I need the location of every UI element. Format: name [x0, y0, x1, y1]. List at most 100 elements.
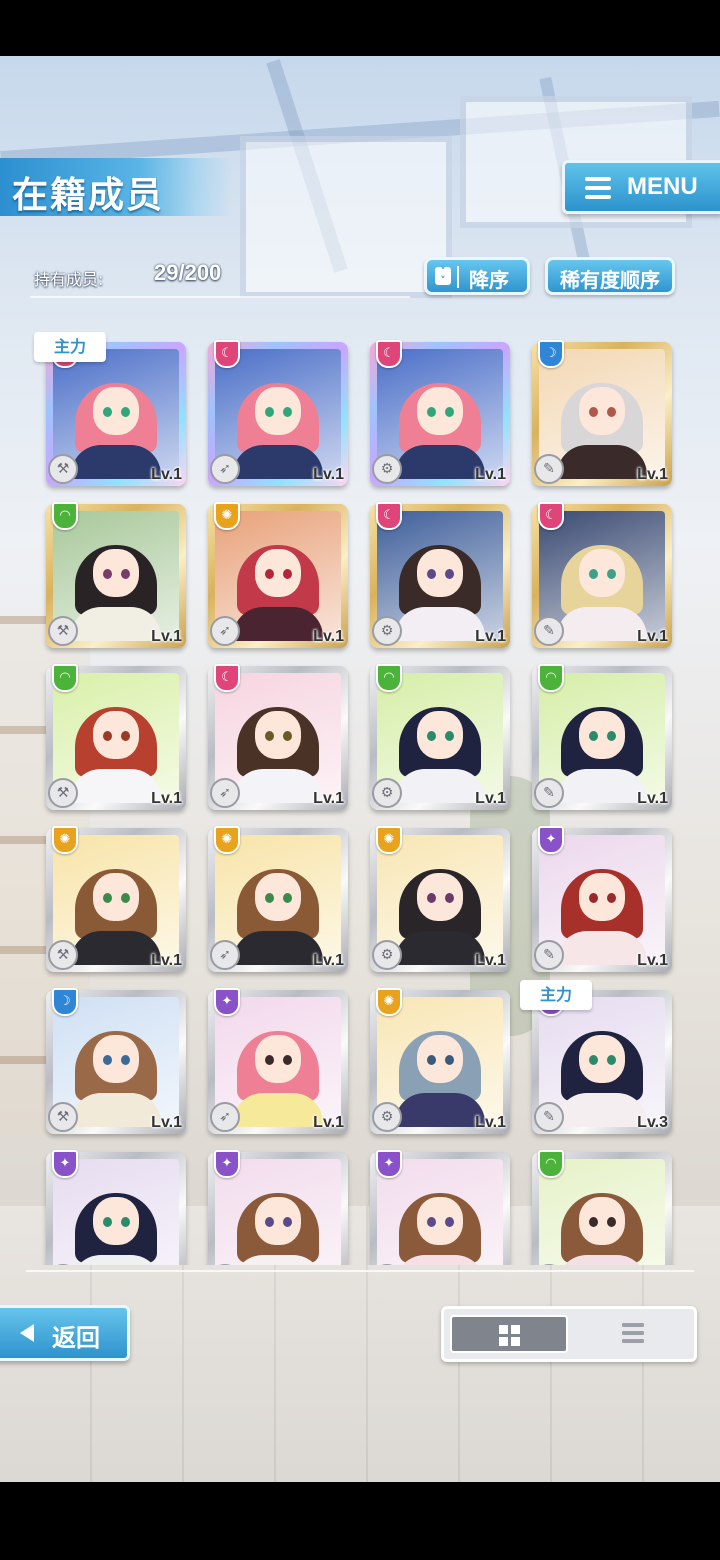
member-card[interactable]: ✦✎Lv.3	[532, 988, 672, 1134]
attribute-yellow-icon: ✺	[214, 502, 240, 530]
skill-type-icon: ⚒	[48, 778, 78, 808]
attribute-yellow-icon: ✺	[52, 826, 78, 854]
skill-type-icon: ➶	[210, 454, 240, 484]
member-card[interactable]: ☾ ➶ Lv.1	[208, 664, 348, 810]
skill-type-icon: ⚒	[48, 454, 78, 484]
skill-type-icon: ✎	[534, 616, 564, 646]
member-level: Lv.1	[151, 952, 182, 969]
skill-type-icon: ⚙	[372, 940, 402, 970]
attribute-pink-icon: ☾	[538, 502, 564, 530]
skill-type-icon: ✎	[534, 1102, 564, 1132]
attribute-purple-icon: ✦	[214, 1150, 240, 1178]
skill-type-icon: ➶	[210, 616, 240, 646]
member-card[interactable]: ☽ ⚒ Lv.1	[46, 988, 186, 1134]
view-mode-toggle	[441, 1306, 697, 1362]
member-level: Lv.1	[313, 790, 344, 807]
member-card[interactable]: ◠ ⚒ Lv.1	[46, 502, 186, 648]
member-level: Lv.1	[313, 952, 344, 969]
main-member-tag: 主力	[34, 332, 106, 362]
chevron-down-icon: ˅ ˅	[435, 266, 451, 286]
member-card[interactable]: ◠ ⚙ Lv.1	[370, 664, 510, 810]
sort-type-label: 稀有度顺序	[560, 268, 660, 292]
divider	[26, 1270, 694, 1272]
skill-type-icon: ⚙	[372, 778, 402, 808]
member-card[interactable]: ◠✎	[532, 1150, 672, 1265]
back-label: 返回	[52, 1324, 100, 1352]
back-button[interactable]: 返回	[0, 1305, 130, 1361]
attribute-yellow-icon: ✺	[376, 826, 402, 854]
member-card[interactable]: ☾ ⚙ Lv.1	[370, 502, 510, 648]
member-level: Lv.1	[475, 1114, 506, 1131]
member-level: Lv.1	[637, 952, 668, 969]
member-card[interactable]: ☾ ✎ Lv.1	[532, 502, 672, 648]
background-window	[240, 136, 452, 298]
attribute-green-icon: ◠	[538, 1150, 564, 1178]
member-level: Lv.1	[313, 628, 344, 645]
skill-type-icon: ➶	[210, 940, 240, 970]
member-card[interactable]: ✺ ⚙ Lv.1	[370, 988, 510, 1134]
attribute-pink-icon: ☾	[214, 664, 240, 692]
member-card[interactable]: ✦ ➶ Lv.1	[208, 988, 348, 1134]
member-level: Lv.1	[475, 952, 506, 969]
member-level: Lv.1	[313, 466, 344, 483]
grid-view-button[interactable]	[450, 1315, 568, 1353]
menu-label: MENU	[627, 173, 698, 200]
member-level: Lv.1	[475, 790, 506, 807]
navigation-bar	[0, 1482, 720, 1560]
member-card[interactable]: ✺ ➶ Lv.1	[208, 502, 348, 648]
attribute-blue-icon: ☽	[52, 988, 78, 1016]
member-card[interactable]: ✦⚒	[46, 1150, 186, 1265]
member-card[interactable]: ☾ ➶ Lv.1	[208, 340, 348, 486]
owned-members-count: 29/200	[154, 260, 222, 285]
divider	[30, 296, 410, 298]
skill-type-icon: ⚒	[48, 616, 78, 646]
member-card[interactable]: ✦⚙	[370, 1150, 510, 1265]
status-bar	[0, 0, 720, 56]
attribute-pink-icon: ☾	[376, 340, 402, 368]
member-level: Lv.3	[637, 1114, 668, 1131]
member-card[interactable]: ☾ ⚙ Lv.1	[370, 340, 510, 486]
attribute-green-icon: ◠	[538, 664, 564, 692]
member-card[interactable]: ✺ ➶ Lv.1	[208, 826, 348, 972]
divider	[457, 266, 459, 288]
main-member-tag: 主力	[520, 980, 592, 1010]
attribute-purple-icon: ✦	[214, 988, 240, 1016]
menu-button[interactable]: MENU	[562, 160, 720, 214]
member-card[interactable]: ◠ ⚒ Lv.1	[46, 664, 186, 810]
member-card[interactable]: ✦➶	[208, 1150, 348, 1265]
page-title: 在籍成员	[12, 175, 165, 216]
skill-type-icon: ✎	[534, 940, 564, 970]
skill-type-icon: ➶	[210, 1102, 240, 1132]
skill-type-icon: ⚒	[48, 1102, 78, 1132]
attribute-green-icon: ◠	[376, 664, 402, 692]
sort-direction-button[interactable]: ˅ ˅ 降序	[424, 257, 530, 295]
member-card[interactable]: ✺ ⚙ Lv.1	[370, 826, 510, 972]
attribute-yellow-icon: ✺	[376, 988, 402, 1016]
page-title-banner: 在籍成员	[0, 158, 232, 216]
attribute-pink-icon: ☾	[376, 502, 402, 530]
attribute-yellow-icon: ✺	[214, 826, 240, 854]
member-card[interactable]: ✺ ⚒ Lv.1	[46, 826, 186, 972]
member-card[interactable]: ☾⚒Lv.1	[46, 340, 186, 486]
member-card[interactable]: ☽ ✎ Lv.1	[532, 340, 672, 486]
member-level: Lv.1	[637, 466, 668, 483]
member-card[interactable]: ◠ ✎ Lv.1	[532, 664, 672, 810]
attribute-blue-icon: ☽	[538, 340, 564, 368]
member-level: Lv.1	[313, 1114, 344, 1131]
member-card[interactable]: ✦ ✎ Lv.1	[532, 826, 672, 972]
attribute-pink-icon: ☾	[214, 340, 240, 368]
hamburger-icon	[585, 177, 611, 199]
member-grid: ☾ ⚒ Lv.1 主力 ☾ ➶ Lv.1 ☾ ⚙ Lv.1 ☽ ✎ Lv.1 ◠ ⚒ Lv.1 ✺ ➶ Lv.1 ☾ ⚙…	[0, 330, 720, 1265]
list-view-button[interactable]	[574, 1315, 690, 1353]
member-level: Lv.1	[151, 1114, 182, 1131]
member-level: Lv.1	[475, 466, 506, 483]
member-level: Lv.1	[151, 790, 182, 807]
member-level: Lv.1	[151, 466, 182, 483]
attribute-purple-icon: ✦	[376, 1150, 402, 1178]
skill-type-icon: ⚒	[48, 940, 78, 970]
skill-type-icon: ✎	[534, 778, 564, 808]
member-level: Lv.1	[151, 628, 182, 645]
skill-type-icon: ➶	[210, 778, 240, 808]
skill-type-icon: ⚙	[372, 616, 402, 646]
sort-type-button[interactable]: 稀有度顺序	[545, 257, 675, 295]
